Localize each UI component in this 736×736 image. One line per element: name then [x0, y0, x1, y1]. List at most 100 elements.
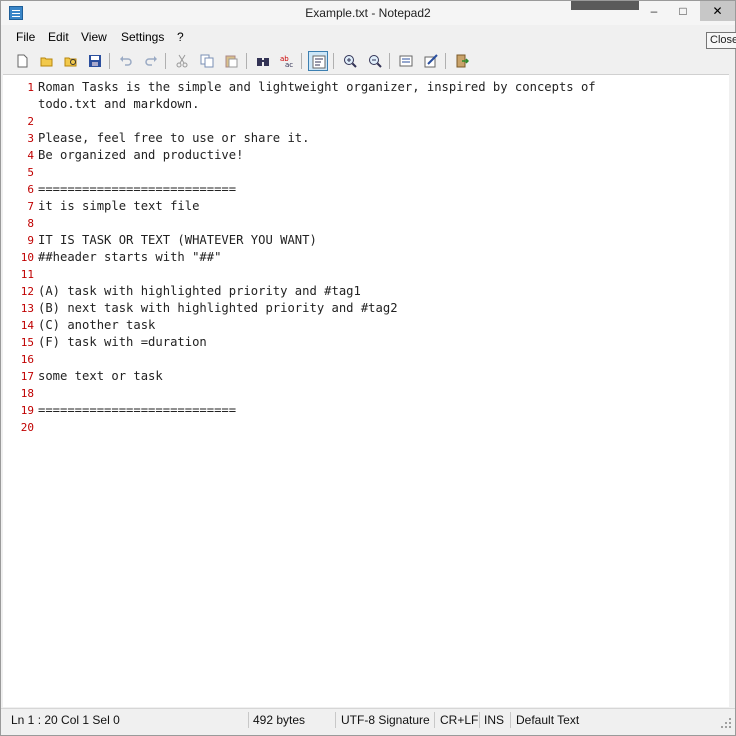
word-wrap-icon	[312, 55, 326, 69]
redo-button[interactable]	[141, 51, 161, 71]
exit-button[interactable]	[452, 51, 472, 71]
toolbar-separator	[301, 53, 302, 69]
editor-line[interactable]: it is simple text file	[38, 198, 199, 215]
editor-line[interactable]: ===========================	[38, 402, 236, 419]
open-file-icon	[40, 57, 53, 67]
cut-icon	[176, 54, 188, 68]
line-number: 17	[20, 370, 34, 383]
status-separator	[335, 712, 336, 728]
zoom-out-button[interactable]	[365, 51, 385, 71]
close-button[interactable]: ✕	[700, 1, 735, 21]
word-wrap-button[interactable]	[308, 51, 328, 71]
line-number: 9	[27, 234, 34, 247]
status-line-endings[interactable]: CR+LF	[440, 713, 478, 727]
editor-line[interactable]: (C) another task	[38, 317, 155, 334]
toolbar: ab ac	[1, 48, 735, 74]
status-file-size: 492 bytes	[253, 713, 306, 727]
line-number: 1	[27, 81, 34, 94]
resize-grip[interactable]	[721, 718, 731, 728]
save-icon	[89, 55, 101, 67]
zoom-in-icon	[344, 55, 357, 68]
notepad2-window: Example.txt - Notepad2 – □ ✕ File Edit V…	[0, 0, 736, 736]
status-encoding[interactable]: UTF-8 Signature	[341, 713, 430, 727]
vertical-scrollbar[interactable]	[729, 74, 735, 706]
editor-line[interactable]: todo.txt and markdown.	[38, 96, 199, 113]
customize-scheme-icon	[424, 54, 438, 68]
customize-scheme-button[interactable]	[421, 51, 441, 71]
editor-line[interactable]: Be organized and productive!	[38, 147, 243, 164]
status-position: Ln 1 : 20 Col 1 Sel 0	[11, 713, 120, 727]
find-icon	[257, 58, 269, 66]
open-file-button[interactable]	[37, 51, 57, 71]
new-file-icon	[17, 54, 28, 68]
line-number: 12	[20, 285, 34, 298]
line-number	[3, 96, 34, 113]
line-number: 19	[20, 404, 34, 417]
line-number: 6	[27, 183, 34, 196]
browse-button[interactable]	[61, 51, 81, 71]
editor-line[interactable]: some text or task	[38, 368, 163, 385]
maximize-button[interactable]: □	[670, 1, 696, 21]
toolbar-separator	[246, 53, 247, 69]
line-number: 16	[20, 353, 34, 366]
menu-bar: File Edit View Settings ?	[1, 27, 735, 47]
text-editor[interactable]: 1 Roman Tasks is the simple and lightweig…	[3, 74, 729, 707]
status-bar: Ln 1 : 20 Col 1 Sel 0 492 bytes UTF-8 Si…	[1, 708, 735, 731]
toolbar-separator	[389, 53, 390, 69]
overlay-panel	[571, 1, 639, 10]
copy-icon	[200, 54, 214, 68]
redo-icon	[145, 56, 157, 66]
copy-button[interactable]	[197, 51, 217, 71]
close-tooltip: Close	[706, 32, 736, 49]
exit-icon	[456, 54, 469, 68]
save-button[interactable]	[85, 51, 105, 71]
menu-view[interactable]: View	[81, 30, 107, 44]
undo-button[interactable]	[116, 51, 136, 71]
status-separator	[248, 712, 249, 728]
toolbar-separator	[109, 53, 110, 69]
menu-help[interactable]: ?	[177, 30, 184, 44]
paste-button[interactable]	[221, 51, 241, 71]
status-separator	[434, 712, 435, 728]
title-bar[interactable]: Example.txt - Notepad2 – □ ✕	[1, 1, 735, 25]
toolbar-separator	[333, 53, 334, 69]
editor-line[interactable]: (B) next task with highlighted priority …	[38, 300, 398, 317]
editor-line[interactable]: ===========================	[38, 181, 236, 198]
editor-line[interactable]: Please, feel free to use or share it.	[38, 130, 310, 147]
editor-line[interactable]: ##header starts with "##"	[38, 249, 221, 266]
line-number: 20	[20, 421, 34, 434]
line-number: 3	[27, 132, 34, 145]
line-number: 4	[27, 149, 34, 162]
menu-settings[interactable]: Settings	[121, 30, 164, 44]
zoom-in-button[interactable]	[340, 51, 360, 71]
line-number: 7	[27, 200, 34, 213]
new-file-button[interactable]	[12, 51, 32, 71]
status-lexer[interactable]: Default Text	[516, 713, 579, 727]
browse-icon	[64, 57, 77, 67]
cut-button[interactable]	[172, 51, 192, 71]
line-number: 13	[20, 302, 34, 315]
replace-button[interactable]: ab ac	[277, 51, 297, 71]
editor-line[interactable]: IT IS TASK OR TEXT (WHATEVER YOU WANT)	[38, 232, 317, 249]
editor-line[interactable]: (F) task with =duration	[38, 334, 207, 351]
toolbar-separator	[445, 53, 446, 69]
editor-line[interactable]: Roman Tasks is the simple and lightweigh…	[38, 79, 596, 96]
line-number: 15	[20, 336, 34, 349]
scheme-button[interactable]	[396, 51, 416, 71]
minimize-button[interactable]: –	[641, 1, 667, 21]
line-number: 2	[27, 115, 34, 128]
paste-icon	[225, 55, 238, 68]
line-number: 8	[27, 217, 34, 230]
line-number: 5	[27, 166, 34, 179]
status-separator	[479, 712, 480, 728]
menu-file[interactable]: File	[16, 30, 35, 44]
scheme-icon	[399, 55, 413, 67]
find-button[interactable]	[253, 51, 273, 71]
editor-line[interactable]: (A) task with highlighted priority and #…	[38, 283, 361, 300]
line-number: 18	[20, 387, 34, 400]
zoom-out-icon	[369, 55, 382, 68]
status-separator	[510, 712, 511, 728]
menu-edit[interactable]: Edit	[48, 30, 69, 44]
toolbar-separator	[165, 53, 166, 69]
replace-icon: abac	[280, 55, 293, 68]
